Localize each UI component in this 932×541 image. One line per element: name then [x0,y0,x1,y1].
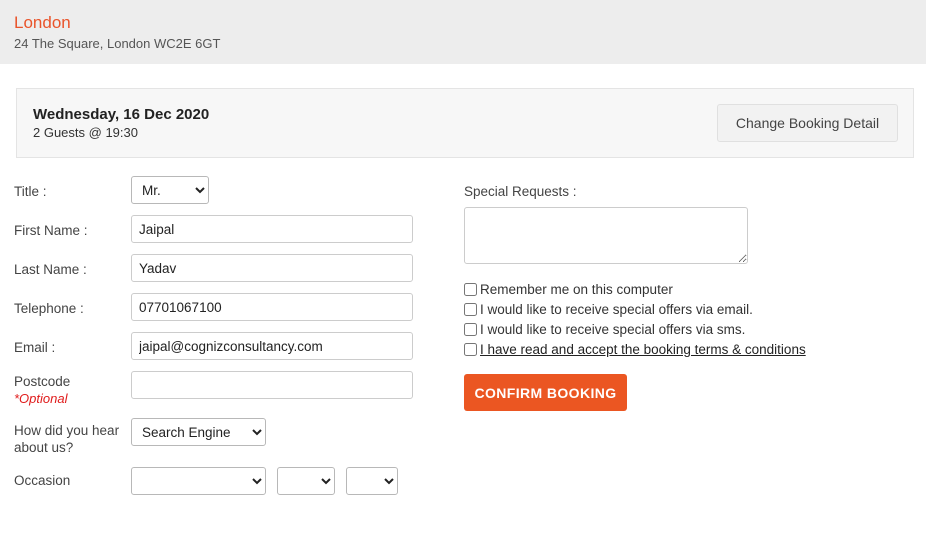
last-name-input[interactable] [131,254,413,282]
field-row-telephone: Telephone : [0,293,450,321]
first-name-label: First Name : [14,223,88,238]
sms-offers-label: I would like to receive special offers v… [480,322,746,337]
how-hear-label: How did you hear about us? [14,423,120,455]
booking-summary-card: Wednesday, 16 Dec 2020 2 Guests @ 19:30 … [16,88,914,158]
checkbox-list: Remember me on this computer I would lik… [464,280,806,359]
last-name-label: Last Name : [14,262,87,277]
form-right-column: Special Requests : Remember me on this c… [464,183,806,411]
postcode-optional-note: *Optional [14,391,68,406]
form-left-column: Title : Mr. First Name : Last Name : Tel… [0,176,450,506]
booking-date: Wednesday, 16 Dec 2020 [33,106,210,123]
occasion-select[interactable] [131,467,266,495]
checkbox-row-email-offers[interactable]: I would like to receive special offers v… [464,300,764,319]
confirm-booking-button[interactable]: CONFIRM BOOKING [464,374,627,411]
postcode-label-group: Postcode *Optional [0,371,131,407]
occasion-select-group [131,467,398,495]
postcode-label: Postcode [14,374,71,389]
occasion-label: Occasion [14,473,71,488]
special-requests-textarea[interactable] [464,207,748,264]
venue-name: London [14,13,71,32]
email-input[interactable] [131,332,413,360]
field-row-title: Title : Mr. [0,176,450,204]
change-booking-detail-button[interactable]: Change Booking Detail [717,104,898,142]
postcode-input[interactable] [131,371,413,399]
remember-me-checkbox[interactable] [464,283,477,296]
how-hear-select[interactable]: Search Engine [131,418,266,446]
first-name-input[interactable] [131,215,413,243]
title-label: Title : [14,184,47,199]
occasion-tertiary-select[interactable] [346,467,398,495]
email-offers-label: I would like to receive special offers v… [480,302,753,317]
venue-address: 24 The Square, London WC2E 6GT [14,36,221,51]
checkbox-row-terms[interactable]: I have read and accept the booking terms… [464,340,806,359]
venue-header: London 24 The Square, London WC2E 6GT [0,0,926,64]
checkbox-row-sms-offers[interactable]: I would like to receive special offers v… [464,320,764,339]
terms-checkbox[interactable] [464,343,477,356]
field-row-how-hear: How did you hear about us? Search Engine [0,418,450,456]
telephone-label: Telephone : [14,301,84,316]
email-offers-checkbox[interactable] [464,303,477,316]
special-requests-label: Special Requests : [464,184,577,199]
terms-and-conditions-link[interactable]: I have read and accept the booking terms… [480,341,806,358]
field-row-postcode: Postcode *Optional [0,371,450,407]
checkbox-row-remember-me[interactable]: Remember me on this computer [464,280,764,299]
remember-me-label: Remember me on this computer [480,282,673,297]
email-label: Email : [14,340,56,355]
field-row-first-name: First Name : [0,215,450,243]
booking-page: London 24 The Square, London WC2E 6GT We… [0,0,932,541]
occasion-secondary-select[interactable] [277,467,335,495]
field-row-occasion: Occasion [0,467,450,495]
telephone-input[interactable] [131,293,413,321]
booking-guests-time: 2 Guests @ 19:30 [33,125,138,140]
title-select[interactable]: Mr. [131,176,209,204]
sms-offers-checkbox[interactable] [464,323,477,336]
field-row-email: Email : [0,332,450,360]
field-row-last-name: Last Name : [0,254,450,282]
